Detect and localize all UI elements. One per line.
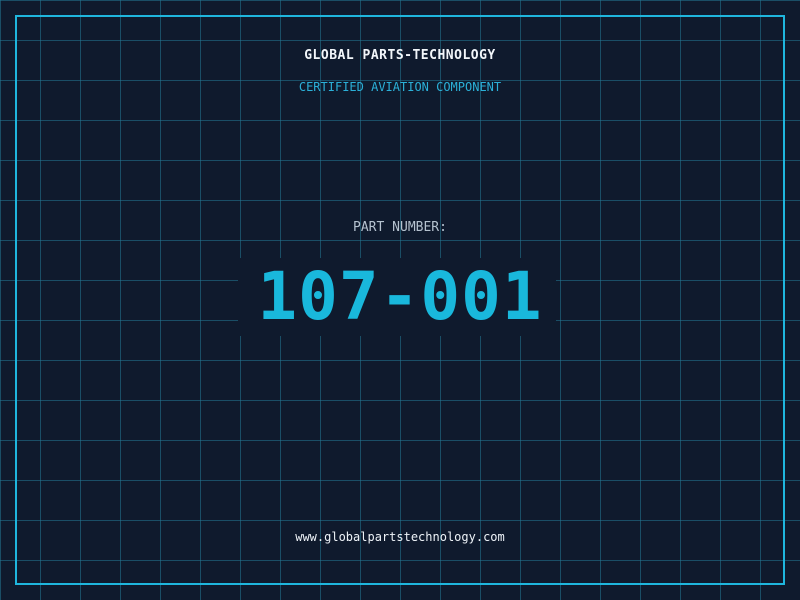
certification-tagline: CERTIFIED AVIATION COMPONENT [298, 80, 502, 94]
brand-title: GLOBAL PARTS-TECHNOLOGY [304, 48, 496, 63]
website-url: www.globalpartstechnology.com [295, 530, 505, 544]
part-label-card: GLOBAL PARTS-TECHNOLOGY CERTIFIED AVIATI… [0, 0, 800, 600]
part-number-value: 107-001 [257, 258, 543, 335]
part-number-label: PART NUMBER: [353, 220, 447, 235]
